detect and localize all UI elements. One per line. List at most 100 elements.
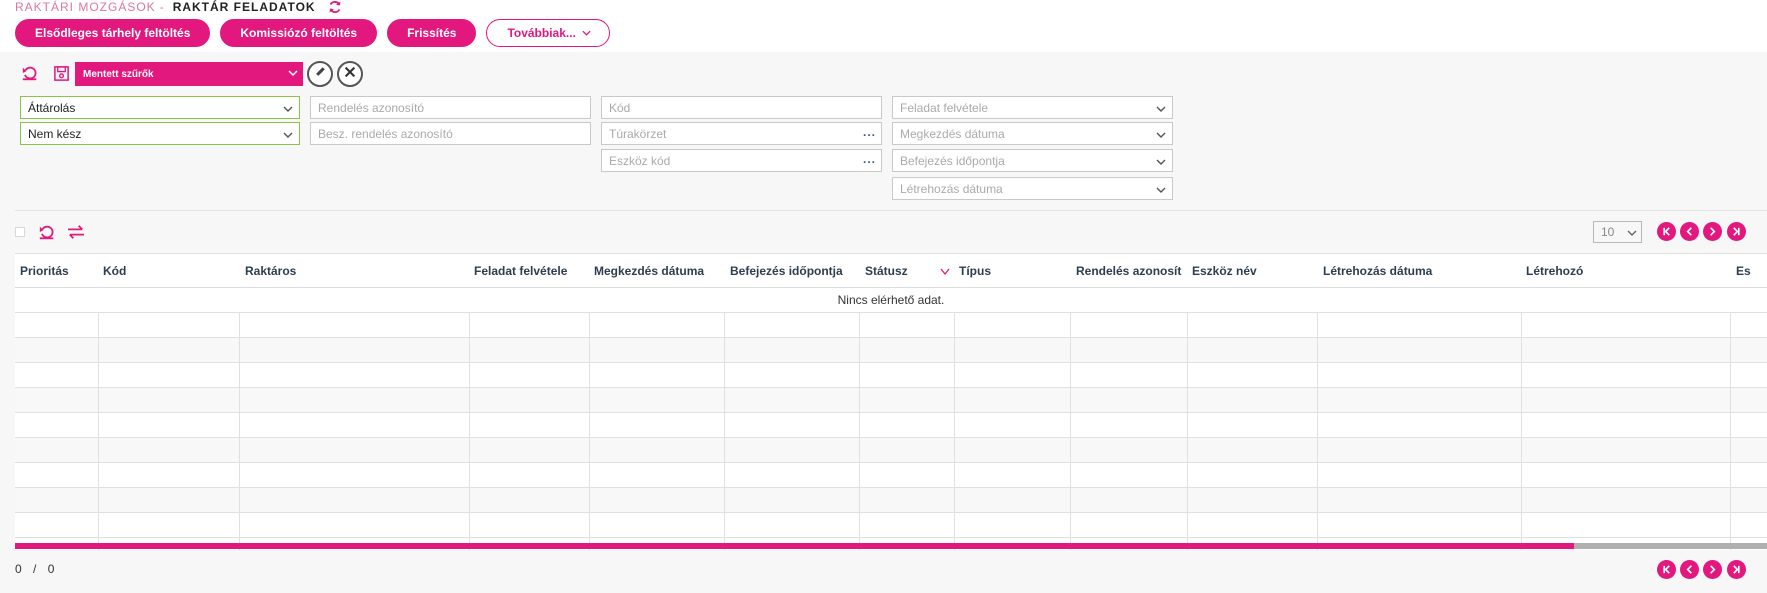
grid-header: Prioritás Kód Raktáros Feladat felvétele… — [15, 254, 1767, 288]
scrollbar-thumb[interactable] — [15, 543, 1575, 549]
primary-storage-fill-button[interactable]: Elsődleges tárhely feltöltés — [15, 19, 211, 47]
task-received-placeholder: Feladat felvétele — [900, 100, 989, 115]
page-size-select[interactable]: 10 — [1593, 221, 1642, 243]
pager-separator: / — [33, 562, 38, 576]
prev-page-icon[interactable] — [1680, 222, 1699, 241]
purchase-order-id-input[interactable]: Besz. rendelés azonosító — [310, 122, 591, 145]
start-date-select[interactable]: Megkezdés dátuma — [892, 122, 1173, 145]
sort-descending-icon[interactable] — [940, 263, 950, 276]
type-select-value: Áttárolás — [28, 100, 76, 115]
column-header-priority[interactable]: Prioritás — [20, 264, 69, 278]
edit-filter-button[interactable] — [307, 61, 333, 87]
table-row — [15, 488, 1767, 513]
undo-icon[interactable] — [36, 221, 58, 243]
page-size-value: 10 — [1601, 225, 1615, 239]
tasks-grid: Prioritás Kód Raktáros Feladat felvétele… — [15, 253, 1767, 550]
chevron-down-icon — [287, 67, 299, 79]
table-row — [15, 363, 1767, 388]
type-select[interactable]: Áttárolás — [20, 96, 300, 119]
ellipsis-icon[interactable]: ... — [863, 152, 876, 166]
column-header-overflow[interactable]: Es — [1736, 264, 1751, 278]
picker-fill-button[interactable]: Komissiózó feltöltés — [220, 19, 378, 47]
column-divider — [1521, 313, 1522, 550]
column-header-type[interactable]: Típus — [959, 264, 991, 278]
last-page-icon[interactable] — [1727, 222, 1746, 241]
column-header-code[interactable]: Kód — [103, 264, 126, 278]
column-divider — [1070, 313, 1071, 550]
code-input[interactable]: Kód — [601, 96, 882, 119]
column-divider — [589, 313, 590, 550]
next-page-icon[interactable] — [1703, 222, 1722, 241]
empty-message: Nincs elérhető adat. — [15, 288, 1767, 313]
prev-page-icon[interactable] — [1680, 560, 1699, 579]
column-divider — [469, 313, 470, 550]
chevron-down-icon — [283, 129, 293, 139]
column-divider — [859, 313, 860, 550]
table-row — [15, 313, 1767, 338]
column-header-end-time[interactable]: Befejezés időpontja — [730, 264, 843, 278]
saved-filters-select[interactable]: Mentett szűrők — [75, 62, 303, 86]
breadcrumb-parent[interactable]: Raktári mozgások — [15, 0, 156, 14]
first-page-icon[interactable] — [1657, 222, 1676, 241]
column-divider — [1187, 313, 1188, 550]
select-all-checkbox[interactable] — [15, 227, 25, 237]
clear-icon — [343, 65, 357, 84]
table-row — [15, 438, 1767, 463]
code-placeholder: Kód — [609, 100, 631, 115]
column-header-created-by[interactable]: Létrehozó — [1526, 264, 1583, 278]
top-action-bar: Elsődleges tárhely feltöltés Komissiózó … — [15, 19, 610, 47]
pager-counter: 0 / 0 — [15, 562, 55, 576]
reset-filters-icon[interactable] — [19, 62, 41, 84]
column-header-status[interactable]: Státusz — [865, 264, 908, 278]
column-header-device-name[interactable]: Eszköz név — [1192, 264, 1257, 278]
device-code-placeholder: Eszköz kód — [609, 153, 671, 168]
chevron-down-icon — [1156, 103, 1166, 113]
column-header-created-date[interactable]: Létrehozás dátuma — [1323, 264, 1432, 278]
created-date-select[interactable]: Létrehozás dátuma — [892, 177, 1173, 200]
pager-total: 0 — [47, 562, 56, 576]
column-divider — [724, 313, 725, 550]
swap-icon[interactable] — [65, 221, 87, 243]
page: Raktári mozgások - Raktár feladatok Első… — [0, 0, 1767, 593]
column-header-task-received[interactable]: Feladat felvétele — [474, 264, 567, 278]
device-code-input[interactable]: Eszköz kód ... — [601, 149, 882, 172]
order-id-input[interactable]: Rendelés azonosító — [310, 96, 591, 119]
chevron-down-icon — [1156, 129, 1166, 139]
horizontal-scrollbar[interactable] — [15, 543, 1767, 549]
column-divider — [98, 313, 99, 550]
order-id-placeholder: Rendelés azonosító — [318, 100, 425, 115]
save-icon[interactable] — [50, 62, 72, 84]
column-divider — [239, 313, 240, 550]
last-page-icon[interactable] — [1727, 560, 1746, 579]
ellipsis-icon[interactable]: ... — [863, 125, 876, 139]
tour-area-placeholder: Túrakörzet — [609, 126, 667, 141]
end-time-select[interactable]: Befejezés időpontja — [892, 149, 1173, 172]
pager-current: 0 — [15, 562, 23, 576]
column-divider — [1317, 313, 1318, 550]
table-row — [15, 413, 1767, 438]
more-actions-button[interactable]: Továbbiak... — [486, 19, 610, 47]
column-header-order-id[interactable]: Rendelés azonosít — [1076, 264, 1181, 278]
end-time-placeholder: Befejezés időpontja — [900, 153, 1005, 168]
next-page-icon[interactable] — [1703, 560, 1722, 579]
column-divider — [954, 313, 955, 550]
status-select[interactable]: Nem kész — [20, 122, 300, 145]
table-row — [15, 388, 1767, 413]
edit-icon — [313, 65, 327, 84]
column-header-start-date[interactable]: Megkezdés dátuma — [594, 264, 704, 278]
table-row — [15, 463, 1767, 488]
refresh-icon[interactable] — [328, 0, 342, 14]
refresh-button[interactable]: Frissítés — [387, 19, 477, 47]
breadcrumb-separator: - — [159, 0, 165, 14]
tour-area-input[interactable]: Túrakörzet ... — [601, 122, 882, 145]
column-header-storekeeper[interactable]: Raktáros — [245, 264, 296, 278]
table-row — [15, 513, 1767, 538]
chevron-down-icon — [582, 28, 591, 38]
delete-filter-button[interactable] — [337, 61, 363, 87]
table-row — [15, 338, 1767, 363]
created-date-placeholder: Létrehozás dátuma — [900, 181, 1003, 196]
first-page-icon[interactable] — [1657, 560, 1676, 579]
breadcrumb: Raktári mozgások - Raktár feladatok — [15, 0, 342, 14]
task-received-select[interactable]: Feladat felvétele — [892, 96, 1173, 119]
chevron-down-icon — [1627, 227, 1637, 237]
